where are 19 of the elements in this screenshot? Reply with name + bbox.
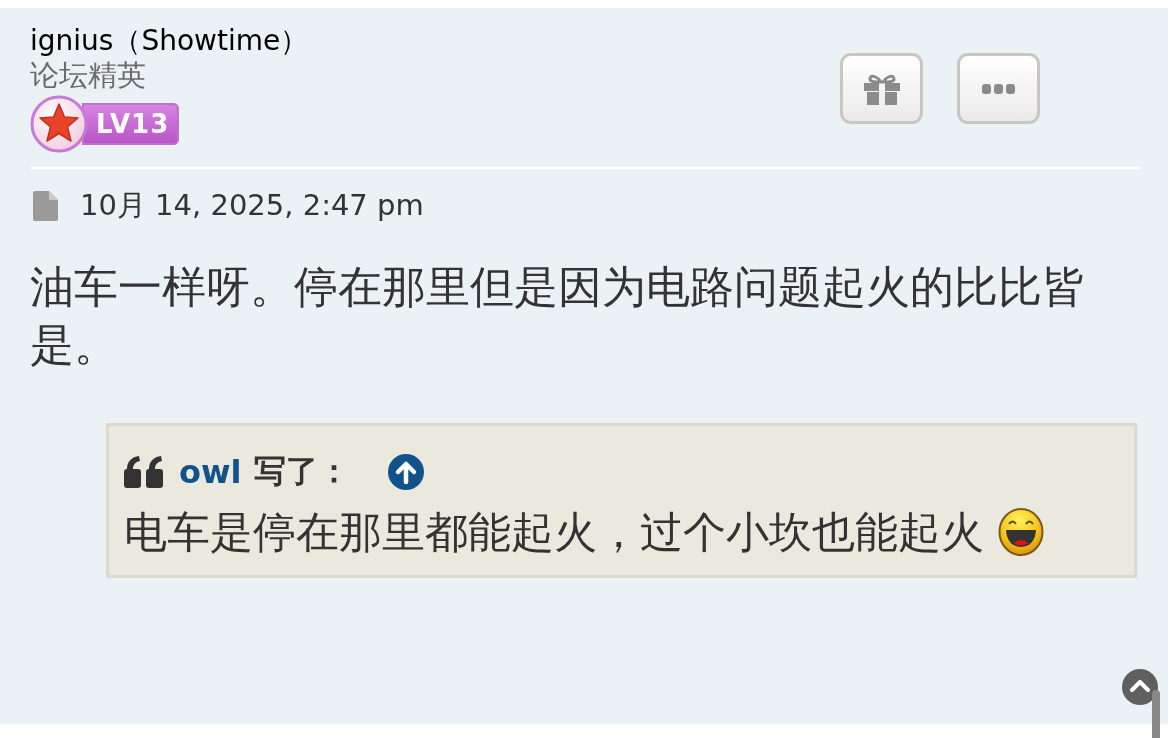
arrow-up-circle-icon[interactable]: [387, 454, 424, 490]
scrollbar-thumb[interactable]: [1152, 690, 1160, 738]
more-icon: [982, 83, 1015, 94]
more-options-button[interactable]: [957, 53, 1040, 124]
gift-icon: [863, 72, 900, 105]
gift-button[interactable]: [840, 53, 923, 124]
laughing-emoji-icon: [998, 508, 1044, 556]
chevron-up-icon: [1130, 679, 1150, 692]
user-rank: 论坛精英: [30, 58, 146, 92]
quote-author-link[interactable]: owl: [179, 453, 242, 491]
file-icon: [33, 191, 58, 221]
level-badge: LV13: [82, 103, 180, 145]
quote-text: 电车是停在那里都能起火，过个小坎也能起火: [124, 507, 984, 557]
quote-wrote-label: 写了：: [253, 451, 350, 492]
username-link[interactable]: ignius（Showtime）: [30, 24, 309, 58]
quote-icon: [124, 456, 163, 488]
post-date: 10月 14, 2025, 2:47 pm: [80, 187, 424, 224]
post-text: 油车一样呀。停在那里但是因为电路问题起火的比比皆是。: [30, 260, 1087, 372]
star-badge-icon: [30, 95, 88, 153]
